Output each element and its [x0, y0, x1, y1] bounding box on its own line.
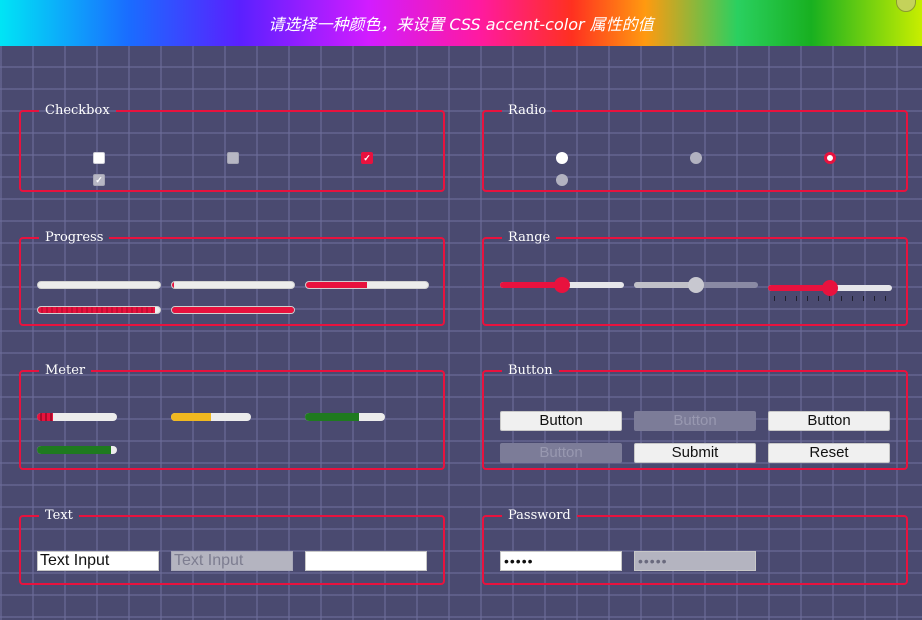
range-fill [634, 282, 696, 288]
text-input-disabled: Text Input [171, 551, 293, 571]
progress-legend: Progress [45, 230, 104, 245]
radio-disabled [690, 152, 702, 164]
button-disabled: Button [634, 411, 756, 431]
checkbox-unchecked[interactable] [93, 152, 105, 164]
range-fill [768, 285, 830, 291]
range-tick-marks [774, 296, 886, 302]
range-thumb[interactable] [554, 277, 570, 293]
progress-fieldset: Progress [19, 230, 445, 326]
password-input[interactable]: ••••• [500, 551, 622, 571]
submit-button[interactable]: Submit [634, 443, 756, 463]
meter-fieldset: Meter [19, 363, 445, 470]
range-thumb [688, 277, 704, 293]
progress-bar [37, 281, 161, 289]
radio-selected[interactable] [824, 152, 836, 164]
text-input-empty[interactable] [305, 551, 427, 571]
meter-low [37, 413, 117, 421]
progress-bar [305, 281, 429, 289]
button-default[interactable]: Button [768, 411, 890, 431]
button-disabled: Button [500, 443, 622, 463]
range-legend: Range [508, 230, 551, 245]
password-fieldset: Password ••••• ••••• [482, 508, 908, 585]
checkbox-checked[interactable]: ✓ [361, 152, 373, 164]
color-picker-input[interactable] [896, 0, 916, 12]
button-fieldset: Button Button Button Button Button Submi… [482, 363, 908, 470]
meter-medium [171, 413, 251, 421]
radio-unselected[interactable] [556, 152, 568, 164]
checkbox-legend: Checkbox [45, 103, 110, 118]
progress-bar [171, 281, 295, 289]
meter-high [37, 446, 117, 454]
checkbox-disabled-checked: ✓ [93, 174, 105, 186]
meter-optimum [305, 413, 385, 421]
range-slider[interactable] [500, 277, 624, 293]
password-legend: Password [508, 508, 571, 523]
checkbox-disabled [227, 152, 239, 164]
range-fieldset: Range [482, 230, 908, 326]
radio-fieldset: Radio [482, 103, 908, 192]
progress-bar [171, 306, 295, 314]
text-input[interactable]: Text Input [37, 551, 159, 571]
range-thumb[interactable] [822, 280, 838, 296]
radio-disabled-selected [556, 174, 568, 186]
radio-legend: Radio [508, 103, 547, 118]
button-default[interactable]: Button [500, 411, 622, 431]
progress-bar [37, 306, 161, 314]
text-fieldset: Text Text Input Text Input [19, 508, 445, 585]
page-title: 请选择一种颜色，来设置 CSS accent-color 属性的值 [268, 15, 654, 34]
range-slider-ticks[interactable] [768, 280, 892, 296]
range-fill [500, 282, 562, 288]
button-legend: Button [508, 363, 553, 378]
text-legend: Text [45, 508, 73, 523]
password-input-disabled: ••••• [634, 551, 756, 571]
range-slider-disabled [634, 277, 758, 293]
meter-legend: Meter [45, 363, 86, 378]
reset-button[interactable]: Reset [768, 443, 890, 463]
page-header: 请选择一种颜色，来设置 CSS accent-color 属性的值 [0, 0, 922, 46]
checkbox-fieldset: Checkbox ✓ ✓ [19, 103, 445, 192]
